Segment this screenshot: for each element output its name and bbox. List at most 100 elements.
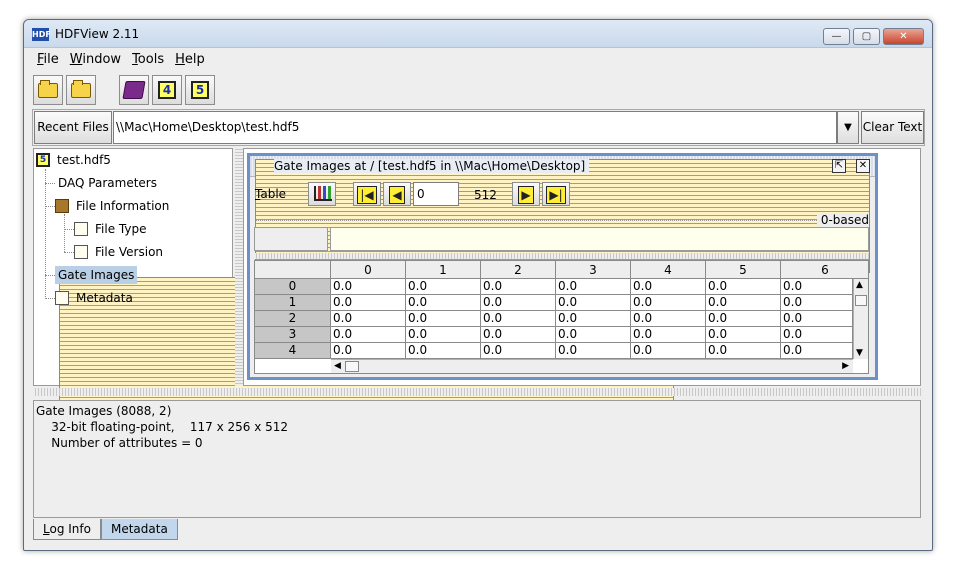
open-file-button[interactable] <box>33 75 63 105</box>
table-cell[interactable]: 0.0 <box>556 279 631 295</box>
vertical-scrollbar[interactable]: ▲ ▼ <box>853 279 868 359</box>
horizontal-scrollbar[interactable]: ◀ ▶ <box>331 359 853 373</box>
scroll-thumb[interactable] <box>855 295 867 306</box>
tree-item-file-version[interactable]: File Version <box>74 242 166 262</box>
horizontal-splitter[interactable] <box>33 388 921 396</box>
table-cell[interactable]: 0.0 <box>781 279 853 295</box>
table-cell[interactable]: 0.0 <box>706 343 781 359</box>
table-cell[interactable]: 0.0 <box>631 279 706 295</box>
table-cell[interactable]: 0.0 <box>781 343 853 359</box>
dataset-frame-titlebar[interactable]: Gate Images at / [test.hdf5 in \\Mac\Hom… <box>250 156 875 273</box>
column-header[interactable]: 4 <box>631 261 706 279</box>
table-cell[interactable]: 0.0 <box>631 311 706 327</box>
cell-value-field[interactable] <box>330 227 869 251</box>
column-header[interactable]: 2 <box>481 261 556 279</box>
table-cell[interactable]: 0.0 <box>556 327 631 343</box>
table-cell[interactable]: 0.0 <box>331 295 406 311</box>
table-cell[interactable]: 0.0 <box>406 327 481 343</box>
scroll-up-icon[interactable]: ▲ <box>856 280 863 290</box>
scroll-down-icon[interactable]: ▼ <box>856 348 863 358</box>
undock-icon[interactable]: ⇱ <box>832 159 846 173</box>
menu-file[interactable]: File <box>32 49 65 71</box>
table-cell[interactable]: 0.0 <box>706 295 781 311</box>
table-cell[interactable]: 0.0 <box>406 311 481 327</box>
tree-item-metadata[interactable]: Metadata <box>55 288 136 308</box>
clear-text-button[interactable]: Clear Text <box>861 111 924 144</box>
table-cell[interactable]: 0.0 <box>706 279 781 295</box>
table-cell[interactable]: 0.0 <box>406 295 481 311</box>
column-header[interactable]: 1 <box>406 261 481 279</box>
table-cell[interactable]: 0.0 <box>481 343 556 359</box>
table-cell[interactable]: 0.0 <box>481 311 556 327</box>
table-cell[interactable]: 0.0 <box>631 327 706 343</box>
data-table: 0 1 2 3 4 5 6 0 0.0 0.0 0.0 0.0 0.0 0.0 0.0 1 0.0… <box>254 260 869 374</box>
menu-help[interactable]: Help <box>170 49 211 71</box>
document-icon <box>74 245 88 259</box>
row-header[interactable]: 0 <box>255 279 331 295</box>
table-cell[interactable]: 0.0 <box>331 327 406 343</box>
row-header[interactable]: 1 <box>255 295 331 311</box>
scroll-right-icon[interactable]: ▶ <box>842 361 849 371</box>
page-index-input[interactable]: 0 <box>413 182 459 206</box>
column-header[interactable]: 0 <box>331 261 406 279</box>
table-cell[interactable]: 0.0 <box>781 311 853 327</box>
minimize-button[interactable]: — <box>823 28 850 45</box>
next-page-button[interactable]: ▶ <box>512 182 540 206</box>
table-cell[interactable]: 0.0 <box>631 343 706 359</box>
column-header[interactable]: 6 <box>781 261 868 279</box>
table-cell[interactable]: 0.0 <box>406 279 481 295</box>
table-cell[interactable]: 0.0 <box>556 295 631 311</box>
menu-window[interactable]: Window <box>65 49 127 71</box>
row-header[interactable]: 2 <box>255 311 331 327</box>
info-panel: Gate Images (8088, 2) 32-bit floating-po… <box>33 400 921 518</box>
row-header[interactable]: 3 <box>255 327 331 343</box>
tab-metadata[interactable]: Metadata <box>100 519 178 540</box>
menu-tools[interactable]: Tools <box>127 49 170 71</box>
recent-files-button[interactable]: Recent Files <box>34 111 112 144</box>
table-menu[interactable]: Table <box>255 187 286 201</box>
tree-item-file-information[interactable]: File Information <box>55 196 172 216</box>
first-page-button[interactable]: |◀ <box>353 182 381 206</box>
row-header[interactable]: 4 <box>255 343 331 359</box>
users-guide-button[interactable] <box>119 75 149 105</box>
table-cell[interactable]: 0.0 <box>781 295 853 311</box>
tab-log-info[interactable]: Log Info <box>33 519 101 540</box>
close-frame-icon[interactable]: ✕ <box>856 159 870 173</box>
path-dropdown-button[interactable]: ▼ <box>837 111 859 144</box>
file-path-input[interactable]: \\Mac\Home\Desktop\test.hdf5 <box>113 111 837 144</box>
scroll-thumb[interactable] <box>345 361 359 372</box>
table-cell[interactable]: 0.0 <box>481 327 556 343</box>
tree-item-daq-parameters[interactable]: DAQ Parameters <box>55 173 674 391</box>
table-cell[interactable]: 0.0 <box>706 311 781 327</box>
last-page-button[interactable]: ▶| <box>542 182 570 206</box>
close-window-button[interactable]: ✕ <box>883 28 924 45</box>
tree-item-label: File Version <box>95 245 164 259</box>
tree-root[interactable]: 5 test.hdf5 <box>36 150 114 170</box>
table-cell[interactable]: 0.0 <box>406 343 481 359</box>
column-header[interactable]: 3 <box>556 261 631 279</box>
previous-page-button[interactable]: ◀ <box>383 182 411 206</box>
scroll-left-icon[interactable]: ◀ <box>334 361 341 371</box>
maximize-button[interactable]: ▢ <box>853 28 880 45</box>
table-cell[interactable]: 0.0 <box>556 311 631 327</box>
table-cell[interactable]: 0.0 <box>331 343 406 359</box>
hdf5-library-button[interactable]: 5 <box>185 75 215 105</box>
table-cell[interactable]: 0.0 <box>631 295 706 311</box>
chart-button[interactable] <box>308 182 336 206</box>
table-cell[interactable]: 0.0 <box>781 327 853 343</box>
document-icon <box>55 291 69 305</box>
table-cell[interactable]: 0.0 <box>706 327 781 343</box>
vertical-splitter[interactable] <box>235 148 243 386</box>
tree-item-file-type[interactable]: File Type <box>74 219 149 239</box>
table-cell[interactable]: 0.0 <box>556 343 631 359</box>
hdf5-icon: 5 <box>191 81 209 99</box>
table-splitter[interactable] <box>254 253 869 259</box>
hdf4-library-button[interactable]: 4 <box>152 75 182 105</box>
column-header[interactable]: 5 <box>706 261 781 279</box>
tree-item-gate-images[interactable]: Gate Images <box>55 265 674 483</box>
table-cell[interactable]: 0.0 <box>481 279 556 295</box>
table-cell[interactable]: 0.0 <box>331 311 406 327</box>
close-file-button[interactable] <box>66 75 96 105</box>
table-cell[interactable]: 0.0 <box>481 295 556 311</box>
table-cell[interactable]: 0.0 <box>331 279 406 295</box>
